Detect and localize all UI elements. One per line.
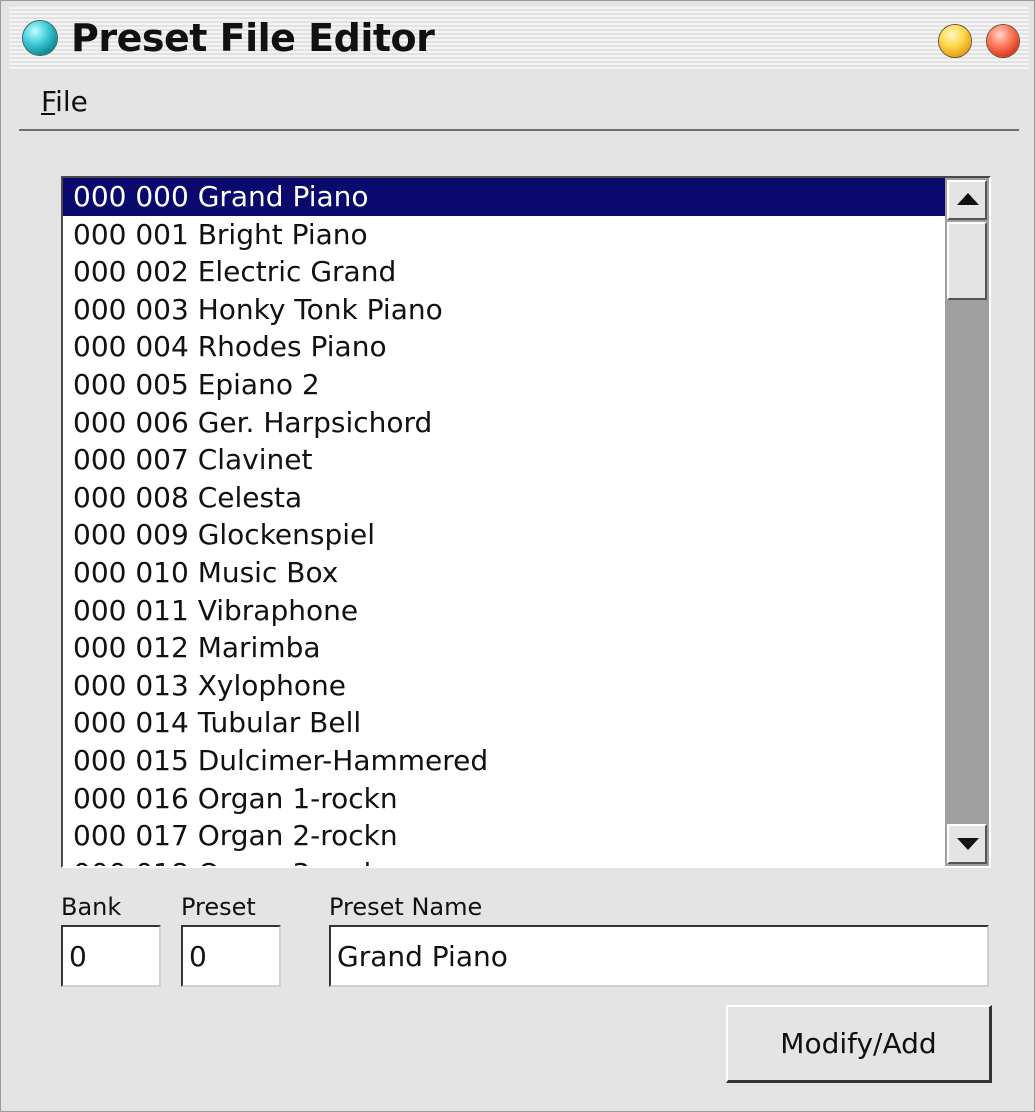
menu-bar: File xyxy=(19,75,1019,131)
preset-field[interactable] xyxy=(181,925,281,987)
list-item[interactable]: 000 007 Clavinet xyxy=(63,441,945,479)
preset-label: Preset xyxy=(181,893,256,921)
list-item[interactable]: 000 002 Electric Grand xyxy=(63,253,945,291)
list-item[interactable]: 000 011 Vibraphone xyxy=(63,592,945,630)
list-item[interactable]: 000 004 Rhodes Piano xyxy=(63,328,945,366)
preset-file-editor-window: Preset File Editor File 000 000 Grand Pi… xyxy=(0,0,1035,1112)
bank-label: Bank xyxy=(61,893,122,921)
list-item[interactable]: 000 016 Organ 1-rockn xyxy=(63,780,945,818)
list-item[interactable]: 000 010 Music Box xyxy=(63,554,945,592)
scroll-up-button[interactable] xyxy=(947,180,987,220)
list-item[interactable]: 000 017 Organ 2-rockn xyxy=(63,817,945,855)
bank-field[interactable] xyxy=(61,925,161,987)
list-item[interactable]: 000 008 Celesta xyxy=(63,479,945,517)
list-item[interactable]: 000 006 Ger. Harpsichord xyxy=(63,404,945,442)
window-orb-icon[interactable] xyxy=(23,21,57,55)
list-item[interactable]: 000 015 Dulcimer-Hammered xyxy=(63,742,945,780)
scroll-thumb[interactable] xyxy=(947,222,987,300)
list-item[interactable]: 000 012 Marimba xyxy=(63,629,945,667)
preset-name-field[interactable] xyxy=(329,925,989,987)
list-item[interactable]: 000 001 Bright Piano xyxy=(63,216,945,254)
list-item[interactable]: 000 000 Grand Piano xyxy=(63,178,945,216)
menu-file[interactable]: File xyxy=(41,85,88,118)
preset-name-label: Preset Name xyxy=(329,893,483,921)
minimize-icon[interactable] xyxy=(939,25,971,57)
scroll-down-button[interactable] xyxy=(947,824,987,864)
close-icon[interactable] xyxy=(987,25,1019,57)
preset-list-scrollbar[interactable] xyxy=(945,178,989,866)
menu-file-label: ile xyxy=(55,85,88,118)
preset-list[interactable]: 000 000 Grand Piano 000 001 Bright Piano 0… xyxy=(61,176,991,868)
list-item[interactable]: 000 013 Xylophone xyxy=(63,667,945,705)
list-item[interactable]: 000 005 Epiano 2 xyxy=(63,366,945,404)
list-item[interactable]: 000 018 Organ 3-rockn xyxy=(63,855,945,866)
modify-add-button[interactable]: Modify/Add xyxy=(726,1005,992,1083)
preset-list-items: 000 000 Grand Piano 000 001 Bright Piano 0… xyxy=(63,178,945,866)
arrow-up-icon xyxy=(957,193,979,205)
list-item[interactable]: 000 003 Honky Tonk Piano xyxy=(63,291,945,329)
arrow-down-icon xyxy=(957,838,979,850)
menu-file-mnemonic: F xyxy=(41,85,56,118)
list-item[interactable]: 000 014 Tubular Bell xyxy=(63,704,945,742)
window-title: Preset File Editor xyxy=(71,16,435,60)
title-bar[interactable]: Preset File Editor xyxy=(9,7,1029,71)
list-item[interactable]: 000 009 Glockenspiel xyxy=(63,516,945,554)
